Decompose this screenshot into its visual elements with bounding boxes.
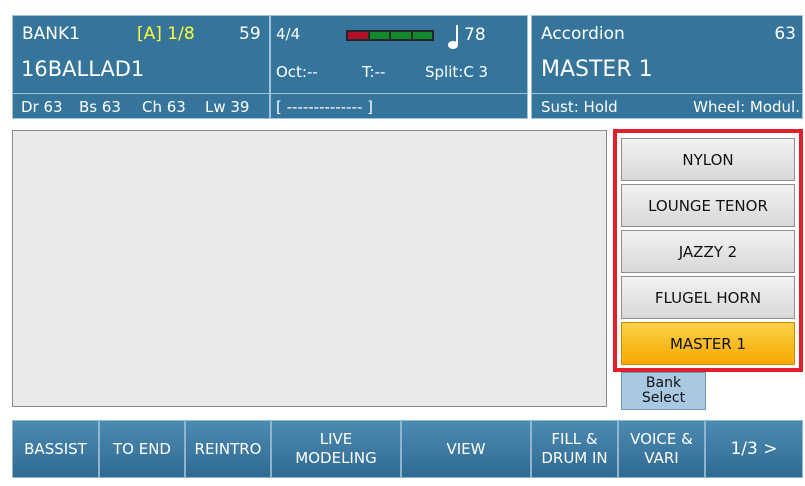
- fill-drum-in-label-2: DRUM IN: [541, 449, 608, 467]
- list-item-2[interactable]: LOUNGE TENOR: [621, 184, 795, 227]
- list-item-5-selected[interactable]: MASTER 1: [621, 322, 795, 365]
- bassist-button-label: BASSIST: [24, 439, 87, 458]
- reintro-button[interactable]: REINTRO: [185, 420, 271, 478]
- style-bank: BANK1: [22, 24, 80, 44]
- list-item-3[interactable]: JAZZY 2: [621, 230, 795, 273]
- octave-value: Oct:--: [276, 63, 318, 81]
- to-end-button[interactable]: TO END: [99, 420, 185, 478]
- view-button-label: VIEW: [446, 439, 486, 458]
- to-end-button-label: TO END: [113, 439, 171, 458]
- voice-vari-label-2: VARI: [644, 449, 679, 467]
- fill-drum-in-button[interactable]: FILL & DRUM IN: [531, 420, 618, 478]
- split-value: Split:C 3: [425, 63, 489, 81]
- style-variation: [A] 1/8: [137, 24, 195, 44]
- status-panel: 4/4 78 Oct:-- T:-- Split:C 3 [ ---------…: [270, 15, 528, 119]
- style-name: 16BALLAD1: [21, 57, 145, 81]
- bank-select-button[interactable]: Bank Select: [621, 372, 706, 410]
- time-signature: 4/4: [276, 25, 301, 43]
- bank-select-label-2: Select: [641, 390, 686, 406]
- bank-select-label-1: Bank: [645, 375, 682, 391]
- beat-block-2: [368, 31, 390, 40]
- main-display-area: [12, 130, 607, 407]
- live-modeling-button[interactable]: LIVE MODELING: [271, 420, 401, 478]
- page-next-label: 1/3 >: [730, 438, 778, 459]
- wheel-value: Wheel: Modul.: [693, 98, 800, 116]
- transpose-value: T:--: [362, 63, 386, 81]
- beat-bar: [346, 30, 434, 41]
- voice-panel[interactable]: Accordion 63 MASTER 1 Sust: Hold Wheel: …: [531, 15, 803, 119]
- fill-drum-in-label-1: FILL &: [551, 430, 598, 448]
- voice-preset-name: MASTER 1: [541, 57, 653, 82]
- style-separator: [13, 93, 269, 94]
- beat-block-4: [411, 31, 433, 40]
- voice-number: 63: [774, 24, 796, 44]
- live-modeling-label-2: MODELING: [295, 449, 377, 467]
- bassist-button[interactable]: BASSIST: [12, 420, 99, 478]
- tempo-value: 78: [464, 25, 486, 45]
- view-button[interactable]: VIEW: [401, 420, 531, 478]
- sustain-value: Sust: Hold: [541, 98, 618, 116]
- quarter-note-icon: [448, 24, 460, 50]
- beat-block-3: [390, 31, 412, 40]
- voice-vari-label-1: VOICE &: [630, 430, 693, 448]
- voice-separator: [532, 93, 802, 94]
- part-lower: Lw 39: [205, 98, 250, 116]
- part-bass: Bs 63: [79, 98, 121, 116]
- list-item-4[interactable]: FLUGEL HORN: [621, 276, 795, 319]
- voice-vari-button[interactable]: VOICE & VARI: [618, 420, 705, 478]
- voice-name: Accordion: [541, 24, 625, 44]
- reintro-button-label: REINTRO: [194, 439, 262, 458]
- list-item-1[interactable]: NYLON: [621, 138, 795, 181]
- beat-block-1: [347, 31, 369, 40]
- lyrics-line: [ -------------- ]: [276, 98, 374, 116]
- part-drum: Dr 63: [21, 98, 63, 116]
- style-panel[interactable]: BANK1 [A] 1/8 59 16BALLAD1 Dr 63 Bs 63 C…: [12, 15, 270, 119]
- live-modeling-label-1: LIVE: [319, 430, 353, 448]
- style-tempo: 59: [239, 24, 261, 44]
- page-next-button[interactable]: 1/3 >: [705, 420, 803, 478]
- part-chord: Ch 63: [142, 98, 186, 116]
- status-separator: [271, 93, 527, 94]
